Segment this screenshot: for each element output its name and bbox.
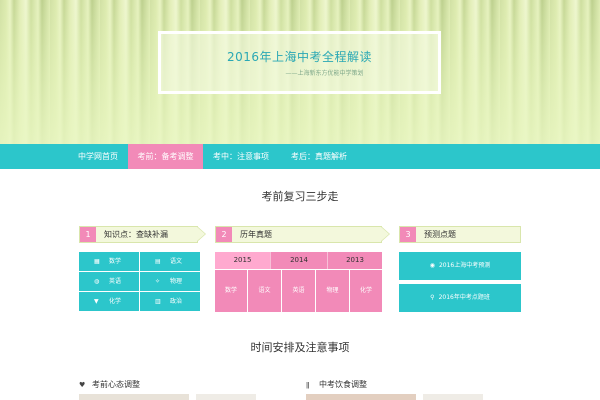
step-label: 预测点题	[424, 230, 456, 239]
mindset-image	[79, 394, 189, 400]
book-icon: ▤	[155, 258, 161, 265]
prediction-class-button[interactable]: ⚲ 2016年中考点题班	[399, 284, 521, 312]
banner-title: 2016年上海中考全程解读	[226, 50, 373, 64]
step-3-header: 3 预测点题	[399, 226, 521, 243]
diet-image	[306, 394, 416, 400]
exam-subject-math[interactable]: 数学	[215, 270, 247, 312]
step-1-header: 1 知识点：查缺补漏	[79, 226, 206, 243]
eye-icon: ◉	[429, 262, 435, 269]
nav-item-during-exam[interactable]: 考中：注意事项	[203, 144, 279, 169]
step-label: 历年真题	[240, 230, 272, 239]
step-number: 2	[216, 227, 232, 242]
calculator-icon: ▦	[94, 258, 100, 265]
restaurant-icon: ǁ	[306, 381, 310, 389]
step-number: 3	[400, 227, 416, 242]
banner-title-box: 2016年上海中考全程解读 ——上海新东方优能中学策划	[158, 31, 441, 94]
knowledge-subject-grid: ▦ 数学 ▤ 语文 ◍ 英语 ✧ 物理 ▼ 化学 ▥ 政治	[79, 252, 201, 312]
mindset-text-preview	[196, 394, 256, 400]
bank-icon: ▥	[155, 298, 161, 305]
steps-section-title: 考前复习三步走	[261, 190, 339, 203]
nav-item-after-exam[interactable]: 考后：真题解析	[279, 144, 359, 169]
subject-chemistry-button[interactable]: ▼ 化学	[79, 292, 139, 311]
exam-subject-chinese[interactable]: 语文	[248, 270, 281, 312]
year-tab-2015[interactable]: 2015	[215, 252, 270, 269]
step-number: 1	[80, 227, 96, 242]
subject-label: 物理	[170, 278, 183, 285]
tip-label: 中考饮食调整	[319, 380, 367, 389]
year-tab-2013[interactable]: 2013	[328, 252, 382, 269]
tip-diet-link[interactable]: ǁ 中考饮食调整	[306, 379, 367, 391]
subject-math-button[interactable]: ▦ 数学	[79, 252, 139, 271]
prediction-2016-button[interactable]: ◉ 2016上海中考预测	[399, 252, 521, 280]
flask-icon: ▼	[94, 298, 99, 305]
prediction-label: 2016年中考点题班	[438, 294, 490, 301]
exam-subject-chemistry[interactable]: 化学	[350, 270, 382, 312]
exam-subject-english[interactable]: 英语	[282, 270, 315, 312]
subject-english-button[interactable]: ◍ 英语	[79, 272, 139, 291]
subject-politics-button[interactable]: ▥ 政治	[140, 292, 200, 311]
prediction-label: 2016上海中考预测	[438, 262, 491, 269]
magnet-icon: ✧	[155, 278, 161, 285]
main-nav: 中学网首页 考前：备考调整 考中：注意事项 考后：真题解析	[0, 144, 600, 169]
globe-icon: ◍	[94, 278, 100, 285]
banner: 2016年上海中考全程解读 ——上海新东方优能中学策划	[0, 0, 600, 144]
subject-label: 数学	[109, 258, 122, 265]
subject-label: 政治	[170, 298, 183, 305]
subject-chinese-button[interactable]: ▤ 语文	[140, 252, 200, 271]
exam-subject-physics[interactable]: 物理	[316, 270, 349, 312]
subject-label: 语文	[170, 258, 183, 265]
tip-mindset-link[interactable]: ♥ 考前心态调整	[79, 379, 140, 391]
subject-label: 化学	[109, 298, 122, 305]
nav-item-home[interactable]: 中学网首页	[68, 144, 128, 169]
diet-text-preview	[423, 394, 483, 400]
subject-label: 英语	[109, 278, 122, 285]
year-tab-2014[interactable]: 2014	[271, 252, 327, 269]
nav-item-before-exam[interactable]: 考前：备考调整	[128, 144, 203, 169]
heart-icon: ♥	[79, 381, 86, 389]
banner-subtitle: ——上海新东方优能中学策划	[285, 70, 364, 77]
step-label: 知识点：查缺补漏	[104, 230, 168, 239]
tip-label: 考前心态调整	[92, 380, 140, 389]
subject-physics-button[interactable]: ✧ 物理	[140, 272, 200, 291]
schedule-section-title: 时间安排及注意事项	[250, 341, 350, 354]
step-2-header: 2 历年真题	[215, 226, 390, 243]
map-pin-icon: ⚲	[430, 294, 435, 301]
